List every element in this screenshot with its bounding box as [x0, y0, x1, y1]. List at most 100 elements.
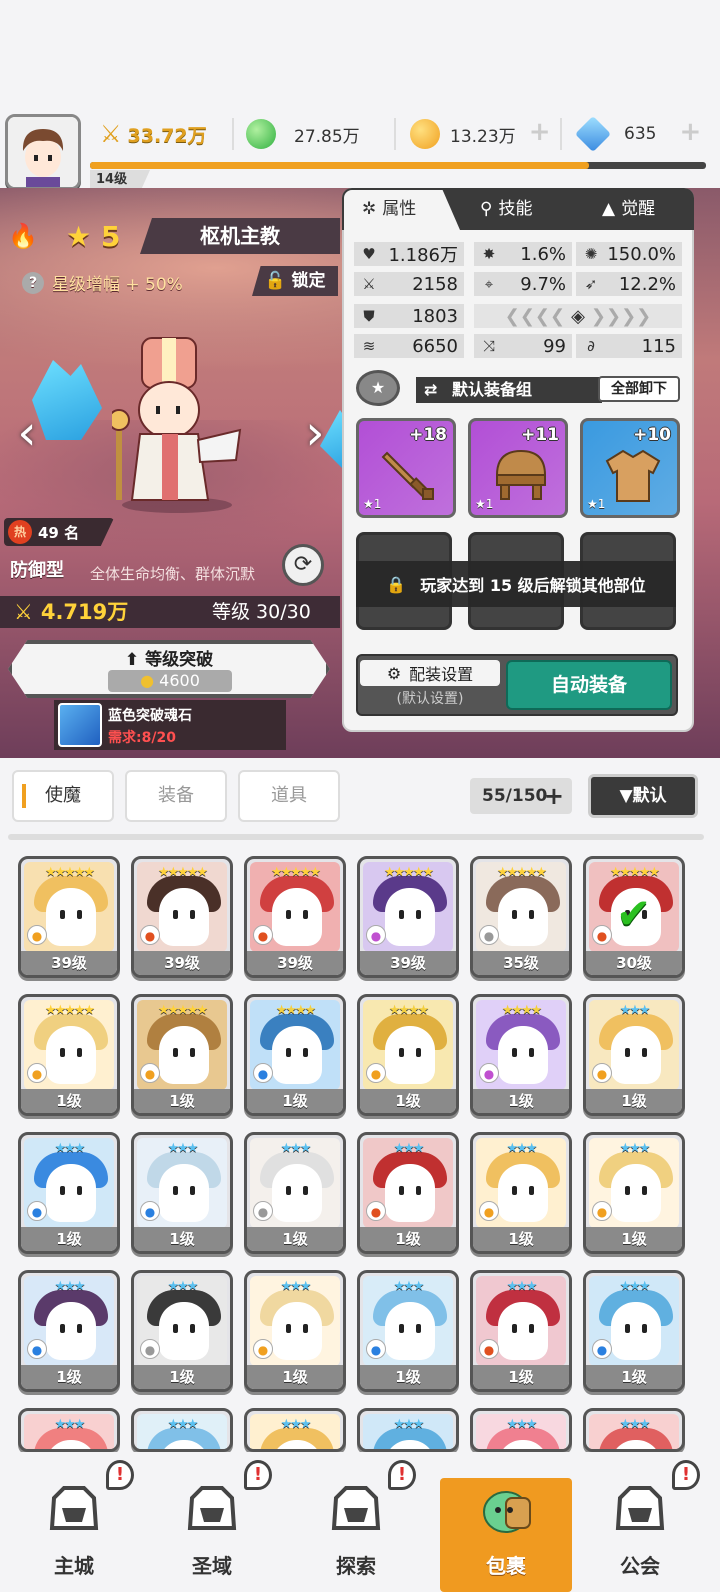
- skills-icon: ⚲: [480, 199, 493, 219]
- tab-items[interactable]: 道具: [238, 770, 340, 822]
- familiar-card[interactable]: ★★★★★ ● 39级: [357, 856, 459, 978]
- rotate-view-button[interactable]: ⟳: [282, 544, 324, 586]
- equip-slot-armor[interactable]: +10 ★1: [580, 418, 680, 518]
- familiar-card[interactable]: ★★★: [583, 1408, 685, 1452]
- config-button[interactable]: ⚙ 配装设置: [360, 660, 500, 686]
- element-icon: ●: [592, 1063, 612, 1083]
- hero-type-desc: 全体生命均衡、群体沉默: [90, 565, 256, 583]
- nav-item-3[interactable]: 包裹: [446, 1460, 566, 1590]
- locked-message-text: 玩家达到 15 级后解锁其他部位: [420, 576, 646, 595]
- equip-star: ★1: [475, 497, 494, 511]
- breakthrough-cost-value: 4600: [159, 671, 200, 690]
- breakthrough-text: 等级突破: [145, 650, 214, 670]
- equip-slot-weapon[interactable]: +18 ★1: [356, 418, 456, 518]
- add-diamond-button[interactable]: +: [676, 119, 704, 148]
- familiar-card[interactable]: ★★★ ● 1级: [131, 1132, 233, 1254]
- equip-plus: +11: [521, 425, 559, 445]
- element-icon: ●: [592, 925, 612, 945]
- portal-icon: [187, 1486, 237, 1530]
- diamond-icon: [574, 115, 612, 153]
- familiar-card[interactable]: ★★★★★ ● 39级: [131, 856, 233, 978]
- familiar-card[interactable]: ★★★ ● 1级: [244, 1270, 346, 1392]
- familiar-stars: ★★★★: [275, 1003, 317, 1018]
- familiar-card[interactable]: ★★★ ● 1级: [244, 1132, 346, 1254]
- tab-familiars[interactable]: 使魔: [12, 770, 114, 822]
- familiar-card[interactable]: ★★★ ● 1级: [470, 1132, 572, 1254]
- familiar-eyes: [54, 1324, 88, 1334]
- stat-value: 99: [543, 335, 566, 357]
- familiar-card[interactable]: ★★★★★ ● 39级: [18, 856, 120, 978]
- player-avatar[interactable]: [5, 114, 81, 190]
- familiar-stars: ★★★: [167, 1141, 199, 1156]
- familiar-card[interactable]: ★★★ ● 1级: [583, 994, 685, 1116]
- familiar-card[interactable]: ★★★ ● 1级: [131, 1270, 233, 1392]
- familiar-card[interactable]: ★★★★ ● 1级: [357, 994, 459, 1116]
- warning-icon: ◈: [571, 305, 585, 327]
- nav-item-2[interactable]: ! 探索: [296, 1460, 416, 1590]
- help-icon[interactable]: ?: [22, 271, 44, 294]
- stat-s1: ⤨ 99: [474, 334, 572, 358]
- swirl-icon: ∂: [587, 337, 595, 355]
- familiar-card[interactable]: ★★★★★ ● 1级: [131, 994, 233, 1116]
- familiar-card[interactable]: ★★★★ ● 1级: [470, 994, 572, 1116]
- add-gold-button[interactable]: +: [526, 119, 554, 148]
- tab-equipment[interactable]: 装备: [125, 770, 227, 822]
- familiar-level: 30级: [586, 951, 682, 975]
- familiar-card[interactable]: ★★★ ● 1级: [583, 1270, 685, 1392]
- avatar-portrait: [8, 117, 78, 187]
- familiar-level: 1级: [21, 1365, 117, 1389]
- familiar-card[interactable]: ★★★ ● 1级: [470, 1270, 572, 1392]
- element-icon: ●: [140, 1339, 160, 1359]
- familiar-card[interactable]: ★★★★★ ● 39级: [244, 856, 346, 978]
- lock-button[interactable]: 🔓 锁定: [252, 266, 338, 296]
- locked-message: 🔒 玩家达到 15 级后解锁其他部位: [356, 561, 676, 607]
- crossed-swords-icon: ⚔: [100, 120, 122, 148]
- equip-star: ★1: [587, 497, 606, 511]
- familiar-eyes: [54, 1048, 88, 1058]
- familiar-card[interactable]: ★★★: [470, 1408, 572, 1452]
- element-icon: ●: [592, 1201, 612, 1221]
- tab-awaken[interactable]: ▲ 觉醒: [602, 188, 655, 230]
- familiar-card[interactable]: ★★★: [357, 1408, 459, 1452]
- prev-hero-arrow[interactable]: ‹: [12, 405, 42, 465]
- familiar-card[interactable]: ★★★★ ● 1级: [244, 994, 346, 1116]
- nav-item-4[interactable]: ! 公会: [580, 1460, 700, 1590]
- stat-hit: ⌖ 9.7%: [474, 272, 572, 296]
- familiar-stars: ★★★: [54, 1417, 86, 1432]
- familiar-level: 1级: [473, 1227, 569, 1251]
- tab-attributes[interactable]: ✲ 属性: [362, 188, 416, 230]
- familiar-card[interactable]: ★★★ ● 1级: [18, 1132, 120, 1254]
- stat-atk: ⚔ 2158: [354, 272, 464, 296]
- gold-resource: 13.23万 +: [410, 116, 570, 152]
- sort-button[interactable]: ▼默认: [588, 774, 698, 818]
- familiar-card[interactable]: ★★★★★ ● 35级: [470, 856, 572, 978]
- familiar-card[interactable]: ★★★★★ ● 1级: [18, 994, 120, 1116]
- familiar-card[interactable]: ★★★★★ ● 30级 ✔: [583, 856, 685, 978]
- familiar-level: 1级: [134, 1365, 230, 1389]
- tab-skills[interactable]: ⚲ 技能: [480, 188, 532, 230]
- equip-slot-helmet[interactable]: +11 ★1: [468, 418, 568, 518]
- familiar-card[interactable]: ★★★: [18, 1408, 120, 1452]
- equip-group-title[interactable]: ⇄ 默认装备组: [416, 377, 602, 403]
- green-gem-icon: [246, 119, 276, 149]
- star-bonus[interactable]: ? 星级增幅 + 50%: [22, 270, 183, 295]
- familiar-level: 1级: [134, 1089, 230, 1113]
- familiar-card[interactable]: ★★★ ● 1级: [583, 1132, 685, 1254]
- familiar-card[interactable]: ★★★: [131, 1408, 233, 1452]
- familiar-level: 1级: [21, 1227, 117, 1251]
- familiar-stars: ★★★★★: [44, 865, 95, 880]
- nav-label: 公会: [620, 1554, 660, 1578]
- nav-item-0[interactable]: ! 主城: [14, 1460, 134, 1590]
- familiar-eyes: [619, 1048, 653, 1058]
- familiar-card[interactable]: ★★★ ● 1级: [18, 1270, 120, 1392]
- familiar-card[interactable]: ★★★: [244, 1408, 346, 1452]
- element-icon: ●: [253, 1063, 273, 1083]
- unload-all-button[interactable]: 全部卸下: [598, 376, 680, 402]
- auto-equip-button[interactable]: 自动装备: [506, 660, 672, 710]
- expand-capacity-button[interactable]: +: [544, 778, 564, 814]
- nav-item-1[interactable]: ! 圣域: [152, 1460, 272, 1590]
- familiar-card[interactable]: ★★★ ● 1级: [357, 1270, 459, 1392]
- divider: [560, 118, 562, 150]
- familiar-card[interactable]: ★★★ ● 1级: [357, 1132, 459, 1254]
- next-hero-arrow[interactable]: ›: [300, 405, 330, 465]
